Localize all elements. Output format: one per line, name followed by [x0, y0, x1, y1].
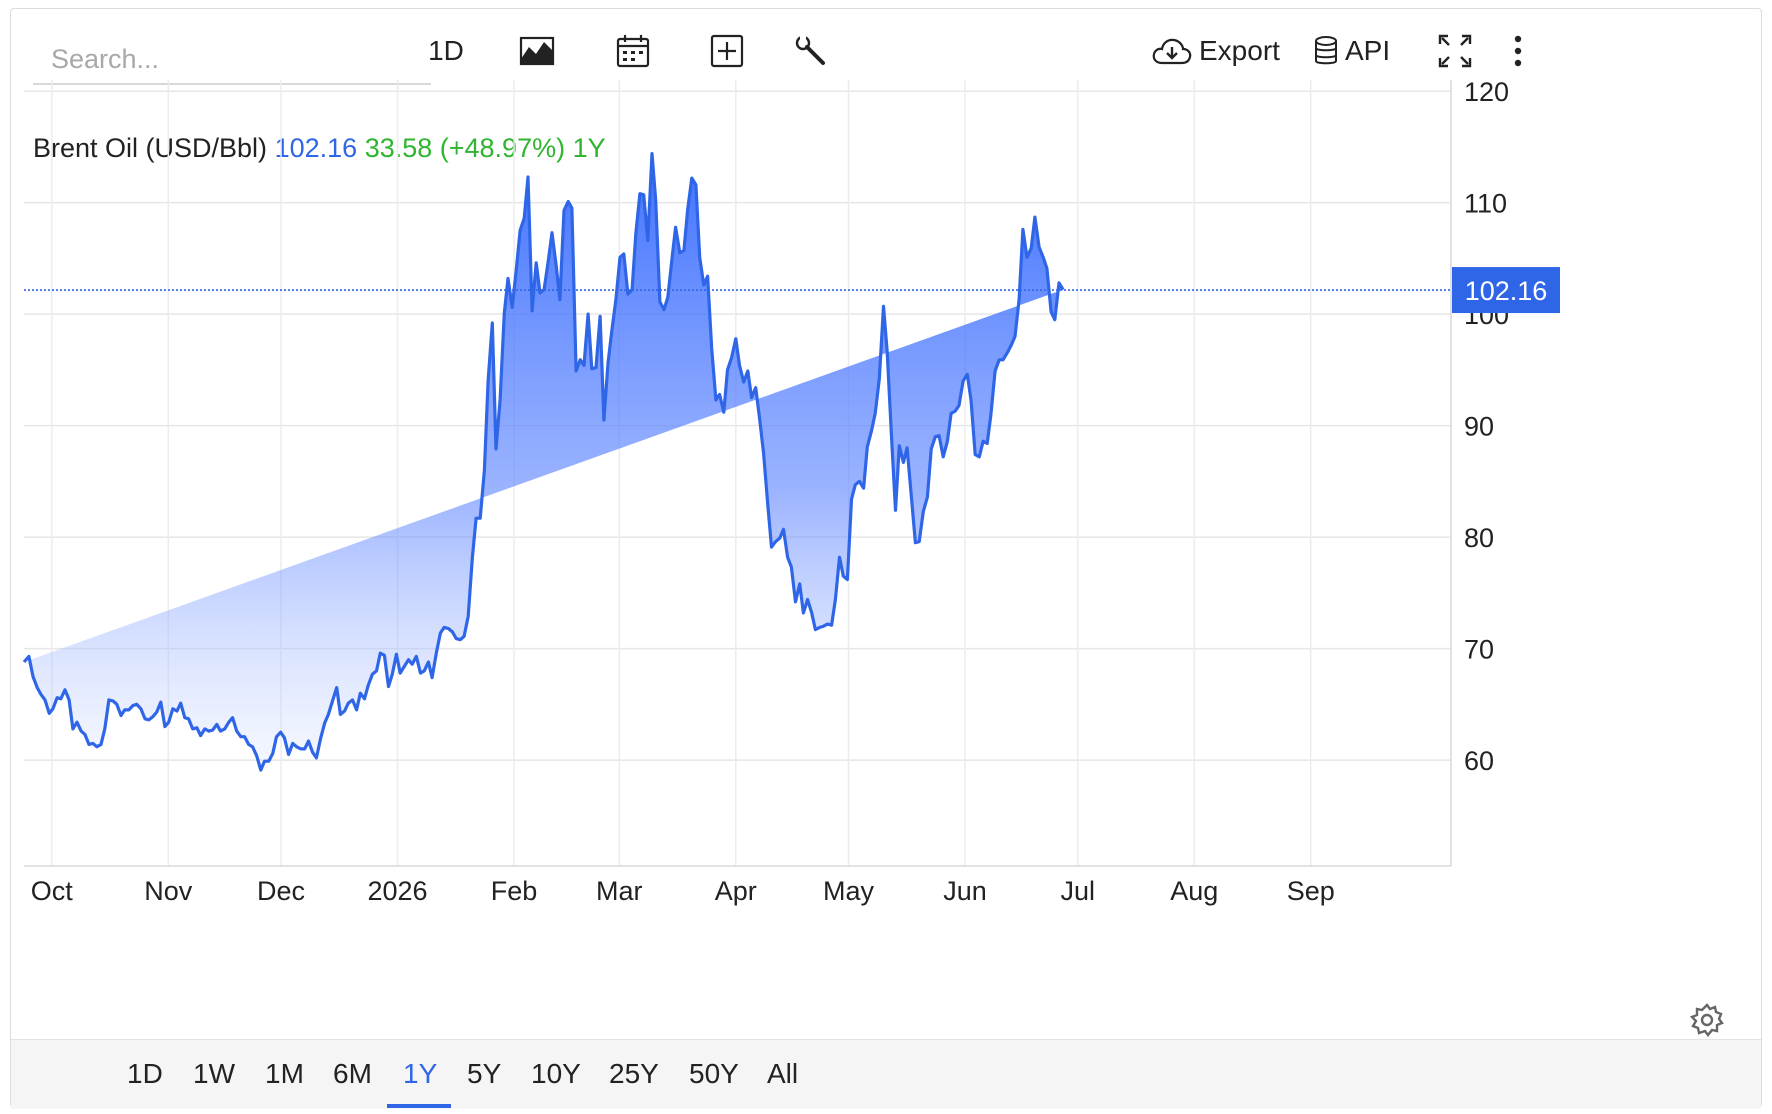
compare-button[interactable] — [705, 29, 749, 73]
more-vertical-icon — [1514, 35, 1522, 67]
legend-change: 33.58 (+48.97%) — [364, 133, 566, 163]
range-button-50y[interactable]: 50Y — [689, 1058, 739, 1090]
range-button-5y[interactable]: 5Y — [467, 1058, 501, 1090]
api-label: API — [1345, 35, 1391, 66]
range-button-1m[interactable]: 1M — [265, 1058, 304, 1090]
active-range-underline — [387, 1104, 451, 1108]
range-button-10y[interactable]: 10Y — [531, 1058, 581, 1090]
range-selector: 1D 1W 1M 6M 1Y 5Y 10Y 25Y 50Y All — [11, 1039, 1761, 1109]
fullscreen-button[interactable] — [1435, 29, 1475, 73]
interval-button[interactable]: 1D — [415, 29, 477, 73]
export-button[interactable]: Export — [1151, 29, 1281, 73]
calendar-icon — [616, 35, 650, 68]
api-button[interactable]: API — [1313, 29, 1397, 73]
compare-add-icon — [710, 34, 744, 68]
legend-price: 102.16 — [274, 133, 358, 163]
cloud-download-icon — [1152, 38, 1192, 65]
export-label: Export — [1199, 35, 1280, 66]
search-input[interactable] — [33, 35, 431, 85]
toolbar: 1D — [11, 9, 1761, 89]
legend-range: 1Y — [572, 133, 606, 163]
interval-label: 1D — [428, 35, 464, 66]
range-button-25y[interactable]: 25Y — [609, 1058, 659, 1090]
range-button-1d[interactable]: 1D — [127, 1058, 163, 1090]
wrench-icon — [795, 35, 825, 65]
chart-type-button[interactable] — [513, 29, 561, 73]
chart-settings-button[interactable] — [1689, 1002, 1725, 1038]
gear-icon — [1689, 1003, 1724, 1037]
range-button-1w[interactable]: 1W — [193, 1058, 235, 1090]
range-button-6m[interactable]: 6M — [333, 1058, 372, 1090]
range-button-all[interactable]: All — [767, 1058, 798, 1090]
chart-type-icon — [519, 36, 555, 66]
database-icon — [1315, 36, 1337, 65]
fullscreen-icon — [1438, 34, 1472, 68]
date-range-button[interactable] — [611, 29, 655, 73]
legend-series-name: Brent Oil (USD/Bbl) — [33, 133, 268, 163]
series-legend: Brent Oil (USD/Bbl) 102.16 33.58 (+48.97… — [33, 133, 606, 164]
range-button-1y[interactable]: 1Y — [403, 1058, 437, 1090]
indicators-button[interactable] — [789, 29, 833, 73]
chart-widget: 1D — [10, 8, 1762, 1109]
more-menu-button[interactable] — [1503, 29, 1533, 73]
